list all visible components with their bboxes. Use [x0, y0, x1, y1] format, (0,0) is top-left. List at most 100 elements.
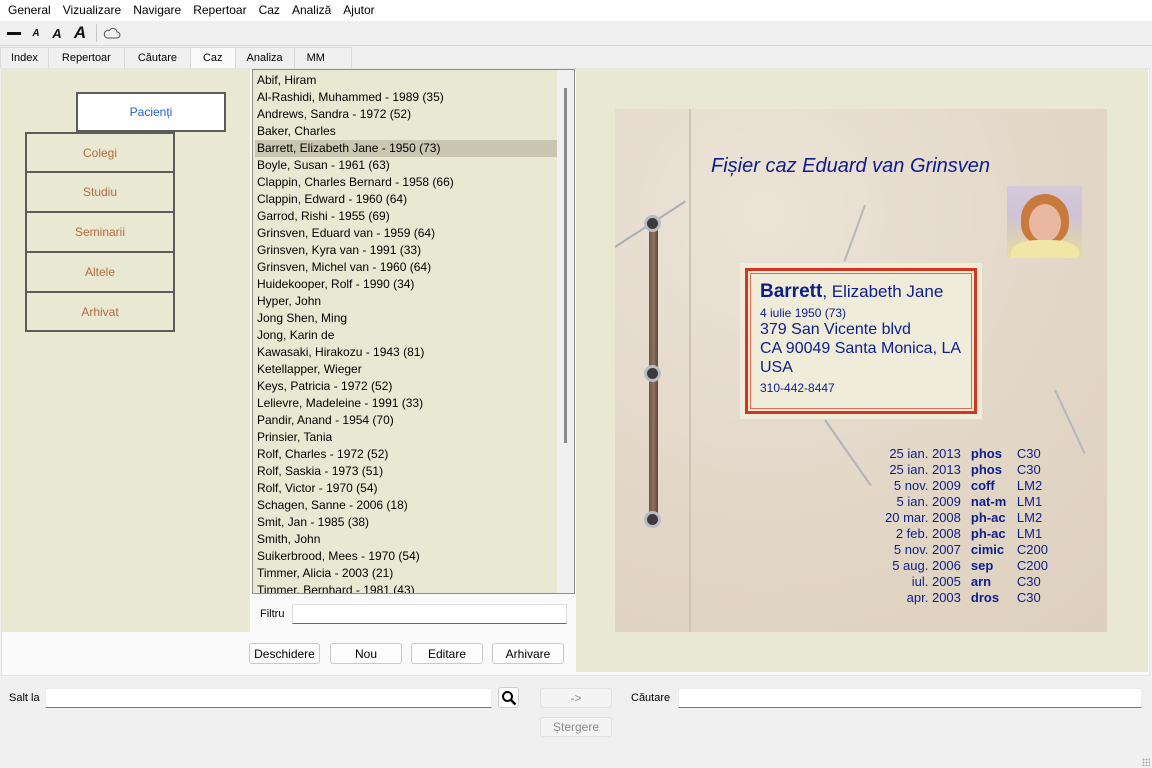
- patient-list-item[interactable]: Garrod, Rishi - 1955 (69): [253, 208, 558, 225]
- goto-search-button[interactable]: [498, 687, 519, 708]
- menu-caz[interactable]: Caz: [253, 0, 286, 21]
- new-button[interactable]: Nou: [330, 643, 402, 664]
- category-label: Arhivat: [81, 304, 119, 319]
- patient-list-item[interactable]: Clappin, Charles Bernard - 1958 (66): [253, 174, 558, 191]
- category-altele[interactable]: Altele: [25, 252, 175, 292]
- card-corner-ornament: [745, 268, 757, 280]
- photo-face: [1029, 204, 1061, 242]
- tab-analiza[interactable]: Analiza: [234, 47, 295, 68]
- menu-general[interactable]: General: [2, 0, 57, 21]
- prescription-remedy: phos: [970, 446, 1002, 461]
- patient-list-item[interactable]: Ketellapper, Wieger: [253, 361, 558, 378]
- patient-list-scrollbar[interactable]: [557, 70, 574, 593]
- prescription-row: 5 ian. 2009 nat-m LM1: [885, 494, 1048, 510]
- prescription-date: 5 nov. 2009: [893, 478, 961, 493]
- tab-index[interactable]: Index: [0, 47, 49, 68]
- patient-given-names: , Elizabeth Jane: [822, 282, 944, 301]
- scroll-thumb[interactable]: [564, 88, 567, 443]
- menu-navigare[interactable]: Navigare: [127, 0, 187, 21]
- prescription-row: 25 ian. 2013 phos C30: [885, 462, 1048, 478]
- filter-input[interactable]: [292, 604, 568, 624]
- patient-list-item[interactable]: Jong Shen, Ming: [253, 310, 558, 327]
- patient-list-item[interactable]: Grinsven, Michel van - 1960 (64): [253, 259, 558, 276]
- patient-photo: [1007, 186, 1082, 258]
- patient-list[interactable]: Abif, Hiram Al-Rashidi, Muhammed - 1989 (…: [252, 69, 575, 594]
- tab-mm[interactable]: MM: [293, 47, 352, 68]
- line-width-button[interactable]: [6, 22, 22, 44]
- font-small-button[interactable]: A: [30, 22, 42, 44]
- patient-list-item[interactable]: Rolf, Charles - 1972 (52): [253, 446, 558, 463]
- edit-button[interactable]: Editare: [411, 643, 483, 664]
- tab-cautare[interactable]: Căutare: [123, 47, 191, 68]
- menu-vizualizare[interactable]: Vizualizare: [57, 0, 127, 21]
- patient-list-items: Abif, Hiram Al-Rashidi, Muhammed - 1989 (…: [253, 72, 558, 593]
- font-medium-icon: A: [52, 25, 62, 41]
- patient-list-item[interactable]: Rolf, Saskia - 1973 (51): [253, 463, 558, 480]
- patient-list-item[interactable]: Pandir, Anand - 1954 (70): [253, 412, 558, 429]
- prescription-date: 20 mar. 2008: [885, 510, 961, 525]
- cloud-button[interactable]: [103, 22, 121, 44]
- patient-list-item[interactable]: Schagen, Sanne - 2006 (18): [253, 497, 558, 514]
- patient-address-line: 379 San Vicente blvd: [760, 321, 911, 338]
- category-label: Studiu: [82, 185, 118, 199]
- font-large-button[interactable]: A: [72, 22, 88, 44]
- menu-analiza[interactable]: Analiză: [286, 0, 337, 21]
- patient-birth: 4 iulie 1950 (73): [760, 306, 847, 320]
- patient-list-item[interactable]: Kawasaki, Hirakozu - 1943 (81): [253, 344, 558, 361]
- patient-list-item[interactable]: Rolf, Victor - 1970 (54): [253, 480, 558, 497]
- patient-list-item[interactable]: Smit, Jan - 1985 (38): [253, 514, 558, 531]
- patient-list-item[interactable]: Keys, Patricia - 1972 (52): [253, 378, 558, 395]
- patient-list-item[interactable]: Baker, Charles: [253, 123, 558, 140]
- prescription-date: iul. 2005: [911, 574, 961, 589]
- prescription-row: 5 nov. 2009 coff LM2: [885, 478, 1048, 494]
- patient-list-item[interactable]: Clappin, Edward - 1960 (64): [253, 191, 558, 208]
- patient-list-item[interactable]: Timmer, Bernhard - 1981 (43): [253, 582, 558, 593]
- menu-ajutor[interactable]: Ajutor: [337, 0, 380, 21]
- patient-list-item[interactable]: Prinsier, Tania: [253, 429, 558, 446]
- prescription-remedy: phos: [970, 462, 1002, 477]
- category-studiu[interactable]: Studiu: [25, 172, 175, 212]
- category-pacienti[interactable]: Pacienți: [76, 92, 226, 132]
- prescription-remedy: dros: [970, 590, 1000, 605]
- category-arhivat[interactable]: Arhivat: [25, 292, 175, 332]
- patient-list-item[interactable]: Boyle, Susan - 1961 (63): [253, 157, 558, 174]
- font-medium-button[interactable]: A: [50, 22, 64, 44]
- patient-list-item[interactable]: Jong, Karin de: [253, 327, 558, 344]
- prescription-remedy: sep: [970, 558, 994, 573]
- go-button[interactable]: ->: [540, 688, 612, 708]
- patient-list-item[interactable]: Abif, Hiram: [253, 72, 558, 89]
- patient-list-item[interactable]: Lelievre, Madeleine - 1991 (33): [253, 395, 558, 412]
- clear-button[interactable]: Ștergere: [540, 717, 612, 737]
- patient-list-item[interactable]: Barrett, Elizabeth Jane - 1950 (73): [255, 140, 558, 157]
- filter-row: Filtru: [260, 604, 568, 624]
- prescription-potency: C30: [1016, 574, 1041, 589]
- archive-button[interactable]: Arhivare: [492, 643, 564, 664]
- patient-list-item[interactable]: Grinsven, Kyra van - 1991 (33): [253, 242, 558, 259]
- open-button[interactable]: Deschidere: [249, 643, 320, 664]
- patient-list-item[interactable]: Suikerbrood, Mees - 1970 (54): [253, 548, 558, 565]
- patient-list-item[interactable]: Timmer, Alicia - 2003 (21): [253, 565, 558, 582]
- prescription-remedy: ph-ac: [970, 510, 1006, 525]
- goto-input[interactable]: [45, 688, 492, 708]
- patient-list-item[interactable]: Hyper, John: [253, 293, 558, 310]
- tab-repertoar[interactable]: Repertoar: [47, 47, 125, 68]
- category-label: Pacienți: [129, 105, 173, 119]
- tab-caz[interactable]: Caz: [189, 47, 236, 68]
- patient-address-line: USA: [760, 359, 793, 376]
- resize-grip[interactable]: [1142, 758, 1150, 766]
- category-seminarii[interactable]: Seminarii: [25, 212, 175, 252]
- prescription-row: 25 ian. 2013 phos C30: [885, 446, 1048, 462]
- menu-repertoar[interactable]: Repertoar: [187, 0, 252, 21]
- folder-crease: [1054, 389, 1086, 454]
- patient-list-item[interactable]: Andrews, Sandra - 1972 (52): [253, 106, 558, 123]
- category-label: Seminarii: [74, 225, 125, 239]
- category-colegi[interactable]: Colegi: [25, 132, 175, 172]
- grommet-icon: [644, 215, 661, 232]
- prescription-potency: LM2: [1016, 510, 1043, 525]
- patient-list-item[interactable]: Al-Rashidi, Muhammed - 1989 (35): [253, 89, 558, 106]
- patient-list-item[interactable]: Grinsven, Eduard van - 1959 (64): [253, 225, 558, 242]
- patient-list-item[interactable]: Huidekooper, Rolf - 1990 (34): [253, 276, 558, 293]
- search-input[interactable]: [678, 688, 1142, 708]
- patient-list-item[interactable]: Smith, John: [253, 531, 558, 548]
- card-corner-ornament: [965, 402, 977, 414]
